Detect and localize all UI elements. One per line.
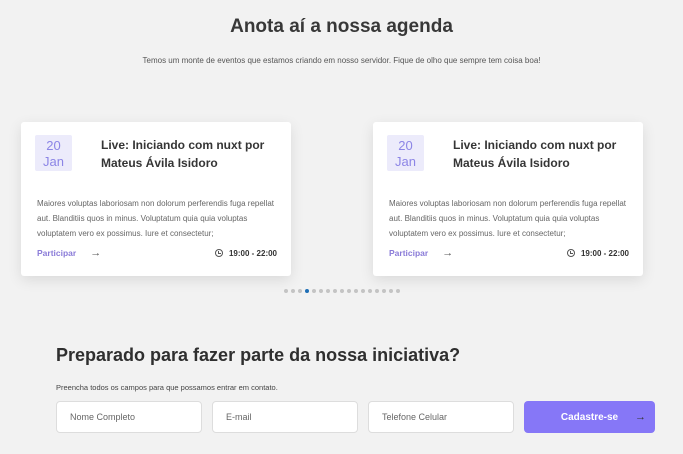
event-description: Maiores voluptas laboriosam non dolorum … (37, 199, 275, 238)
clock-icon (214, 249, 223, 257)
agenda-title: Anota aí a nossa agenda (230, 16, 453, 37)
event-month: Jan (395, 154, 416, 169)
arrow-right-icon: → (635, 411, 646, 423)
name-input[interactable] (56, 401, 202, 433)
event-title: Live: Iniciando com nuxt por Mateus Ávil… (453, 138, 617, 170)
participar-label: Participar (37, 248, 77, 258)
carousel-dot[interactable] (353, 289, 358, 293)
event-date-badge: 20 Jan (35, 135, 72, 171)
event-month: Jan (43, 154, 64, 169)
event-time-label: 19:00 - 22:00 (228, 248, 277, 258)
event-date-badge: 20 Jan (387, 135, 424, 171)
arrow-right-icon: → (442, 247, 454, 259)
carousel-dot[interactable] (325, 289, 330, 293)
participar-link[interactable]: Participar → (389, 247, 454, 259)
carousel-dot[interactable] (395, 289, 400, 293)
event-time: 19:00 - 22:00 (214, 248, 277, 258)
carousel-dot[interactable] (346, 289, 351, 293)
agenda-subtitle: Temos um monte de eventos que estamos cr… (142, 56, 541, 65)
event-time-label: 19:00 - 22:00 (580, 248, 629, 258)
carousel-dot[interactable] (311, 289, 316, 293)
carousel-dot[interactable] (318, 289, 323, 293)
submit-label: Cadastre-se (560, 411, 619, 423)
clock-icon (566, 249, 575, 257)
submit-button[interactable]: Cadastre-se → (524, 401, 655, 433)
event-day: 20 (398, 138, 413, 153)
signup-subtitle: Preencha todos os campos para que possam… (56, 383, 278, 392)
arrow-right-icon: → (90, 247, 102, 259)
participar-label: Participar (389, 248, 429, 258)
email-input[interactable] (212, 401, 358, 433)
event-title: Live: Iniciando com nuxt por Mateus Ávil… (101, 138, 265, 170)
carousel-dot[interactable] (297, 289, 302, 293)
event-card: 20 Jan Live: Iniciando com nuxt por Mate… (21, 122, 291, 276)
event-footer: Participar → 19:00 - 22:00 (389, 246, 629, 260)
event-footer: Participar → 19:00 - 22:00 (37, 246, 277, 260)
event-day: 20 (46, 138, 61, 153)
signup-title: Preparado para fazer parte da nossa inic… (56, 345, 461, 365)
carousel-dot[interactable] (388, 289, 393, 293)
carousel-dot[interactable] (374, 289, 379, 293)
carousel-dot[interactable] (381, 289, 386, 293)
carousel-dot[interactable] (367, 289, 372, 293)
event-description: Maiores voluptas laboriosam non dolorum … (389, 199, 627, 238)
participar-link[interactable]: Participar → (37, 247, 102, 259)
carousel-dot[interactable] (290, 289, 295, 293)
event-card: 20 Jan Live: Iniciando com nuxt por Mate… (373, 122, 643, 276)
carousel-pagination (0, 289, 683, 293)
carousel-dot[interactable] (360, 289, 365, 293)
carousel-dot-active[interactable] (304, 289, 309, 293)
event-time: 19:00 - 22:00 (566, 248, 629, 258)
carousel-dot[interactable] (332, 289, 337, 293)
phone-input[interactable] (368, 401, 514, 433)
carousel-dot[interactable] (283, 289, 288, 293)
carousel-dot[interactable] (339, 289, 344, 293)
